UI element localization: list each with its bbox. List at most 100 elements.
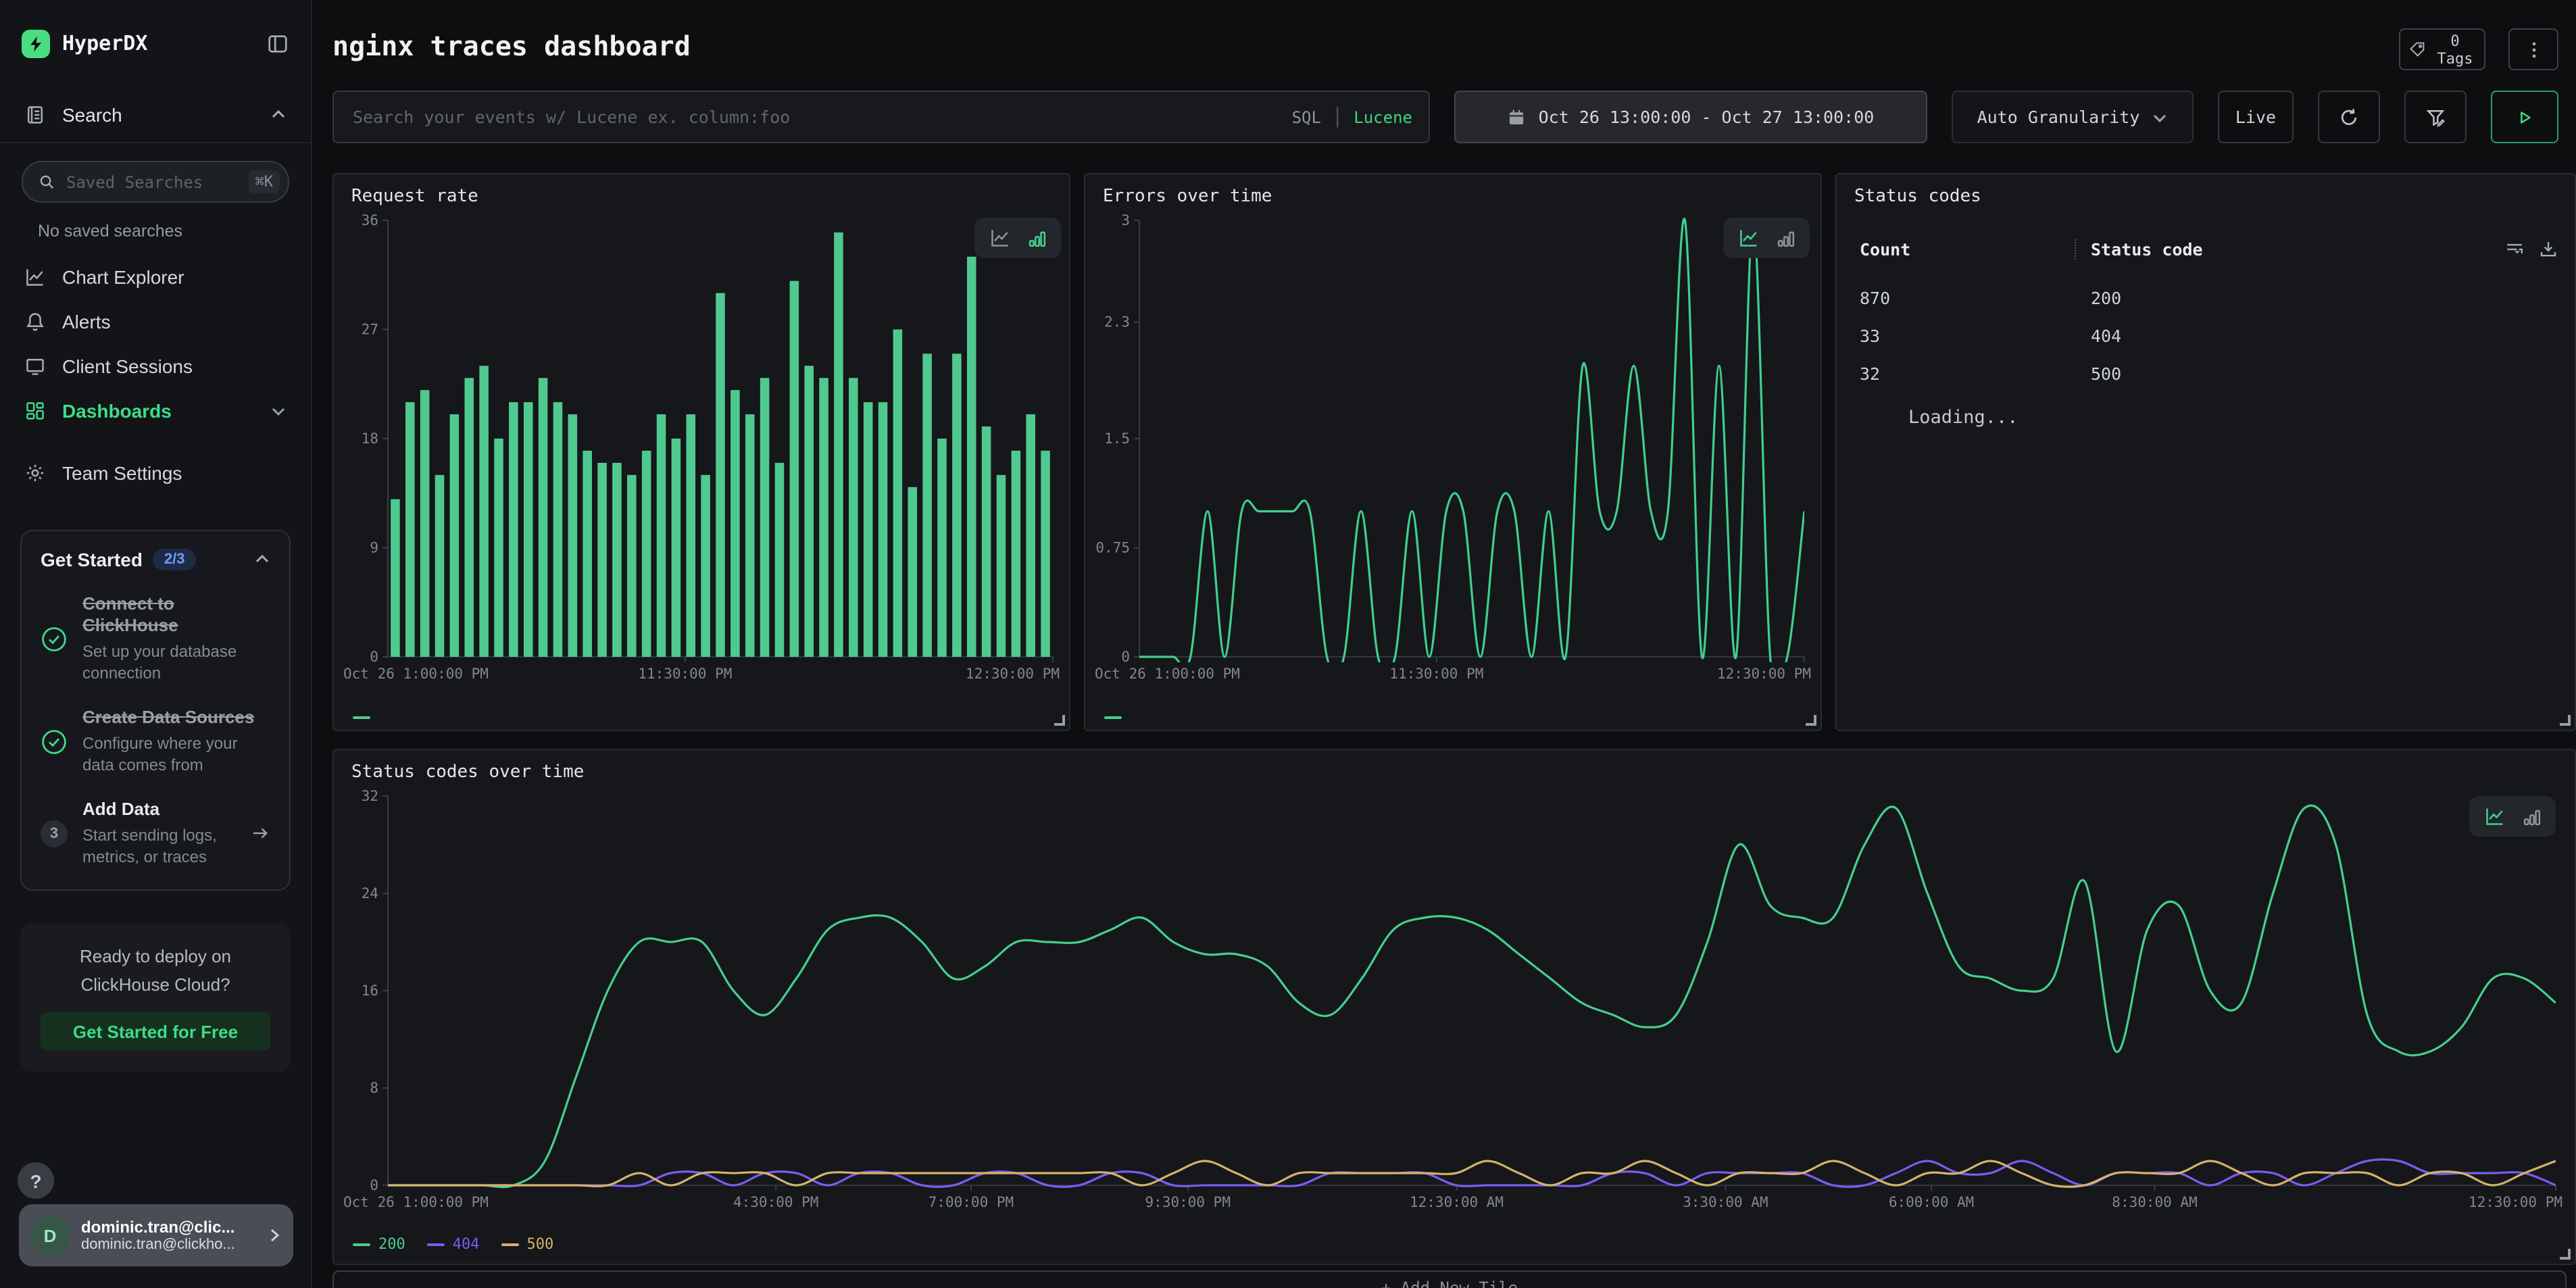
add-new-tile-button[interactable]: + Add New Tile [332, 1270, 2567, 1288]
sidebar-nav: Chart Explorer Alerts Client Sessions Da… [0, 254, 311, 495]
deploy-text-line1: Ready to deploy on [36, 942, 274, 970]
sidebar-item-client-sessions[interactable]: Client Sessions [0, 343, 311, 388]
sidebar-item-label: Client Sessions [62, 355, 287, 376]
bar-chart-toggle-icon[interactable] [2521, 806, 2542, 826]
svg-text:0: 0 [1121, 649, 1130, 665]
get-started-step-add-data[interactable]: 3 Add Data Start sending logs, metrics, … [41, 799, 270, 868]
check-circle-icon [41, 593, 68, 684]
event-search-input[interactable] [350, 105, 1279, 128]
sidebar-item-alerts[interactable]: Alerts [0, 299, 311, 343]
tags-button[interactable]: 0 Tags [2399, 28, 2485, 70]
sidebar-item-team-settings[interactable]: Team Settings [0, 450, 311, 495]
sidebar-item-label: Alerts [62, 310, 287, 332]
status-code-cell: 200 [2091, 280, 2121, 318]
legend-item[interactable]: 500 [501, 1235, 554, 1253]
line-chart-toggle-icon[interactable] [1737, 227, 1759, 249]
tile-resize-handle[interactable] [1806, 715, 1816, 726]
table-row[interactable]: 32 500 [1860, 355, 2552, 393]
svg-text:8: 8 [370, 1080, 378, 1096]
legend-item[interactable]: 404 [427, 1235, 480, 1253]
arrow-right-icon [250, 823, 270, 843]
hyperdx-logo-icon [22, 29, 50, 57]
sidebar-header: HyperDX [0, 0, 311, 86]
line-chart-toggle-icon[interactable] [989, 227, 1010, 249]
date-range-value: Oct 26 13:00:00 - Oct 27 13:00:00 [1539, 107, 1875, 127]
sidebar-item-dashboards[interactable]: Dashboards [0, 388, 311, 432]
count-cell: 32 [1860, 355, 2091, 393]
shortcut-badge: ⌘K [249, 170, 280, 193]
bar-chart-toggle-icon[interactable] [1026, 228, 1047, 248]
line-chart-icon [24, 266, 46, 287]
chevron-down-icon [2152, 109, 2168, 125]
page-title: nginx traces dashboard [332, 30, 691, 62]
download-icon[interactable] [2538, 239, 2558, 259]
chevron-up-icon[interactable] [254, 551, 270, 568]
status-codes-over-time-chart[interactable]: 08162432Oct 26 1:00:00 PM4:30:00 PM7:00:… [342, 785, 2564, 1218]
legend-item[interactable] [1104, 716, 1122, 719]
date-range-picker[interactable]: Oct 26 13:00:00 - Oct 27 13:00:00 [1454, 91, 1927, 143]
bar-chart-toggle-icon[interactable] [1775, 228, 1795, 248]
legend-label: 200 [378, 1235, 405, 1253]
user-menu[interactable]: D dominic.tran@clic... dominic.tran@clic… [19, 1204, 293, 1266]
filter-funnel-icon [2425, 106, 2446, 128]
saved-searches-input[interactable]: Saved Searches ⌘K [22, 161, 289, 203]
tile-resize-handle[interactable] [2560, 1249, 2571, 1260]
line-chart-toggle-icon[interactable] [2483, 806, 2505, 827]
dashboard-menu-button[interactable] [2508, 28, 2558, 70]
sidebar-item-label: Team Settings [62, 462, 287, 483]
lucene-mode-toggle[interactable]: Lucene [1354, 107, 1412, 126]
refresh-button[interactable] [2318, 91, 2380, 143]
brand-name: HyperDX [62, 31, 266, 55]
granularity-select[interactable]: Auto Granularity [1952, 91, 2194, 143]
legend-item[interactable] [353, 716, 370, 719]
sidebar-collapse-icon[interactable] [266, 32, 289, 55]
chart-legend [353, 716, 370, 719]
svg-text:2.3: 2.3 [1104, 314, 1130, 330]
tile-errors-over-time: Errors over time 00.751.52.33Oct 26 1:00… [1084, 173, 1822, 731]
tile-title: Status codes [1854, 187, 1981, 207]
app-root: HyperDX Search Saved Searches ⌘K No save… [0, 0, 2576, 1288]
column-divider[interactable] [2075, 239, 2076, 259]
get-started-step-sources[interactable]: Create Data Sources Configure where your… [41, 707, 270, 776]
svg-text:6:00:00 AM: 6:00:00 AM [1889, 1194, 1974, 1210]
svg-text:11:30:00 PM: 11:30:00 PM [638, 666, 732, 682]
get-started-free-button[interactable]: Get Started for Free [41, 1012, 270, 1050]
legend-item[interactable]: 200 [353, 1235, 405, 1253]
errors-chart[interactable]: 00.751.52.33Oct 26 1:00:00 PM11:30:00 PM… [1093, 209, 1812, 689]
monitor-icon [24, 355, 46, 376]
table-row[interactable]: 33 404 [1860, 318, 2552, 355]
get-started-step-connect[interactable]: Connect to ClickHouse Set up your databa… [41, 593, 270, 684]
step-title: Connect to ClickHouse [82, 593, 270, 637]
sidebar-item-chart-explorer[interactable]: Chart Explorer [0, 254, 311, 299]
tile-title: Status codes over time [351, 762, 584, 783]
request-rate-chart[interactable]: 09182736Oct 26 1:00:00 PM11:30:00 PM12:3… [342, 209, 1061, 689]
sidebar-item-search[interactable]: Search [0, 86, 311, 143]
progress-badge: 2/3 [153, 549, 196, 570]
column-header-count[interactable]: Count [1860, 239, 2091, 259]
svg-text:Oct 26 1:00:00 PM: Oct 26 1:00:00 PM [343, 666, 489, 682]
table-rows-icon[interactable] [2504, 239, 2525, 259]
journal-icon [24, 103, 46, 125]
sql-mode-toggle[interactable]: SQL [1292, 107, 1321, 126]
no-saved-searches-text: No saved searches [38, 222, 311, 241]
table-row[interactable]: 870 200 [1860, 280, 2552, 318]
step-number-badge: 3 [41, 820, 68, 847]
filter-button[interactable] [2404, 91, 2467, 143]
tile-resize-handle[interactable] [1054, 715, 1065, 726]
chart-type-toggle [974, 218, 1061, 258]
svg-text:18: 18 [362, 430, 378, 447]
live-button[interactable]: Live [2218, 91, 2294, 143]
svg-text:0: 0 [370, 1177, 378, 1193]
granularity-value: Auto Granularity [1977, 107, 2140, 127]
help-button[interactable]: ? [18, 1162, 54, 1199]
gear-icon [24, 462, 46, 483]
svg-text:9: 9 [370, 540, 378, 556]
run-query-button[interactable] [2491, 91, 2558, 143]
svg-text:Oct 26 1:00:00 PM: Oct 26 1:00:00 PM [1095, 666, 1240, 682]
column-header-status-code[interactable]: Status code [2091, 239, 2203, 259]
search-icon [38, 173, 55, 191]
tile-resize-handle[interactable] [2560, 715, 2571, 726]
tile-status-codes-over-time: Status codes over time 08162432Oct 26 1:… [332, 749, 2576, 1265]
status-code-cell: 404 [2091, 318, 2121, 355]
step-title: Create Data Sources [82, 707, 270, 728]
